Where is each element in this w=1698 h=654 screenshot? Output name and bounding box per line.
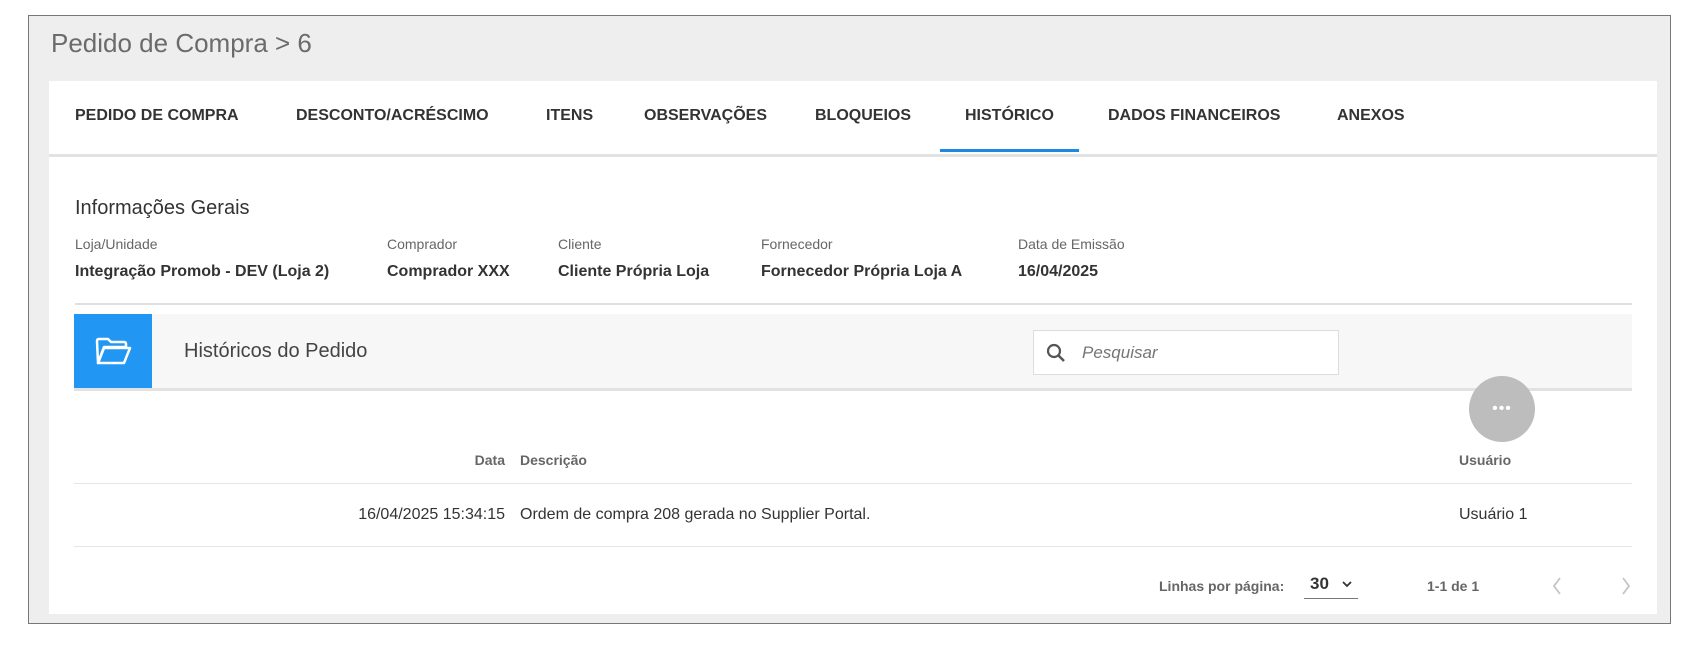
page-frame: Pedido de Compra > 6 PEDIDO DE COMPRA DE… (28, 15, 1671, 624)
field-label-cliente: Cliente (558, 236, 602, 252)
tab-desconto-acrescimo[interactable]: DESCONTO/ACRÉSCIMO (296, 107, 489, 125)
section-heading: Informações Gerais (75, 197, 250, 219)
cell-descricao: Ordem de compra 208 gerada no Supplier P… (520, 506, 871, 523)
rows-per-page-label: Linhas por página: (1159, 578, 1285, 594)
history-toolbar: Históricos do Pedido (74, 314, 1632, 391)
prev-page-icon[interactable] (1551, 576, 1563, 596)
column-header-data[interactable]: Data (49, 452, 505, 468)
cell-data: 16/04/2025 15:34:15 (358, 506, 505, 523)
content-panel: PEDIDO DE COMPRA DESCONTO/ACRÉSCIMO ITEN… (49, 81, 1657, 614)
field-value-cliente: Cliente Própria Loja (558, 263, 710, 280)
rows-per-page-value: 30 (1310, 574, 1329, 593)
rows-per-page-select[interactable]: 30 (1304, 571, 1358, 599)
search-icon (1046, 343, 1065, 362)
tab-bar: PEDIDO DE COMPRA DESCONTO/ACRÉSCIMO ITEN… (49, 81, 1657, 157)
field-value-fornecedor: Fornecedor Própria Loja A (761, 263, 963, 280)
chevron-down-icon (1342, 581, 1352, 588)
pagination-range: 1-1 de 1 (1427, 578, 1480, 594)
column-header-descricao[interactable]: Descrição (520, 452, 587, 468)
page-title: Pedido de Compra > 6 (51, 28, 312, 58)
field-label-data-emissao: Data de Emissão (1018, 236, 1125, 252)
tab-historico[interactable]: HISTÓRICO (940, 107, 1079, 152)
history-title: Históricos do Pedido (184, 340, 368, 362)
field-value-comprador: Comprador XXX (387, 263, 510, 280)
search-field[interactable] (1033, 330, 1339, 375)
field-label-loja: Loja/Unidade (75, 236, 158, 252)
field-label-fornecedor: Fornecedor (761, 236, 833, 252)
more-options-button[interactable]: ••• (1469, 376, 1535, 442)
folder-open-icon (74, 314, 152, 388)
header-divider (74, 483, 1632, 484)
search-input[interactable] (1082, 339, 1322, 367)
tab-observacoes[interactable]: OBSERVAÇÕES (644, 107, 767, 125)
field-label-comprador: Comprador (387, 236, 458, 252)
field-value-data-emissao: 16/04/2025 (1018, 263, 1099, 280)
tab-pedido-de-compra[interactable]: PEDIDO DE COMPRA (75, 107, 239, 125)
cell-usuario: Usuário 1 (1459, 506, 1528, 523)
tab-anexos[interactable]: ANEXOS (1337, 107, 1405, 125)
tab-bloqueios[interactable]: BLOQUEIOS (815, 107, 911, 125)
tab-itens[interactable]: ITENS (546, 107, 593, 125)
row-divider (74, 546, 1632, 547)
column-header-usuario[interactable]: Usuário (1459, 452, 1511, 468)
section-divider (75, 303, 1632, 305)
next-page-icon[interactable] (1620, 576, 1632, 596)
field-value-loja: Integração Promob - DEV (Loja 2) (75, 263, 330, 280)
tab-dados-financeiros[interactable]: DADOS FINANCEIROS (1108, 107, 1280, 125)
